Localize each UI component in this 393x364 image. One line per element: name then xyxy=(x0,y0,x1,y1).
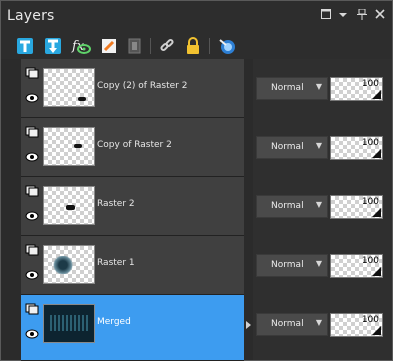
blend-mode-value: Normal xyxy=(271,260,304,270)
opacity-value: 100 xyxy=(361,197,379,207)
promote-layer-icon[interactable] xyxy=(125,36,145,56)
new-adjustment-layer-icon[interactable]: fx xyxy=(71,36,91,56)
layer-thumbnail xyxy=(43,304,95,343)
layer-name: Raster 1 xyxy=(97,258,135,268)
opacity-ramp-icon xyxy=(372,90,381,99)
opacity-ramp-icon xyxy=(372,208,381,217)
blend-mode-value: Normal xyxy=(271,142,304,152)
toolbar-separator xyxy=(209,38,210,54)
layer-row[interactable]: Copy (2) of Raster 2 xyxy=(21,59,244,118)
panel-titlebar[interactable]: Layers xyxy=(1,1,392,31)
layer-thumbnail xyxy=(43,68,95,107)
pin-icon[interactable] xyxy=(357,8,367,23)
opacity-slider[interactable]: 100 xyxy=(330,77,383,101)
chevron-down-icon: ▼ xyxy=(315,82,322,91)
layer-thumbnail xyxy=(43,127,95,166)
layer-type-icon xyxy=(25,126,39,138)
layer-row[interactable]: Raster 2 xyxy=(21,177,244,236)
opacity-value: 100 xyxy=(361,79,379,89)
panel-splitter[interactable] xyxy=(244,59,253,360)
layer-name: Copy of Raster 2 xyxy=(97,140,172,150)
close-icon[interactable] xyxy=(375,9,385,22)
blend-mode-dropdown[interactable]: Normal ▼ xyxy=(256,77,328,100)
opacity-slider[interactable]: 100 xyxy=(330,195,383,219)
chevron-down-icon: ▼ xyxy=(315,200,322,209)
layer-thumbnail xyxy=(43,245,95,284)
blend-mode-value: Normal xyxy=(271,319,304,329)
layer-name: Merged xyxy=(97,317,131,327)
visibility-eye-icon[interactable] xyxy=(25,152,39,162)
panel-title: Layers xyxy=(7,8,55,24)
layer-type-icon xyxy=(25,303,39,315)
layer-row[interactable]: Copy of Raster 2 xyxy=(21,118,244,177)
opacity-value: 100 xyxy=(361,138,379,148)
layer-name: Raster 2 xyxy=(97,199,135,209)
blend-mode-dropdown[interactable]: Normal ▼ xyxy=(256,136,328,159)
toolbar-separator xyxy=(150,38,151,54)
blend-mode-dropdown[interactable]: Normal ▼ xyxy=(256,313,328,336)
layer-type-icon xyxy=(25,185,39,197)
layers-toolbar: fx xyxy=(1,31,392,61)
layer-properties-row: Normal ▼ 100 xyxy=(253,59,392,118)
layer-gutter xyxy=(1,59,21,360)
opacity-ramp-icon xyxy=(372,267,381,276)
blend-mode-value: Normal xyxy=(271,201,304,211)
layer-row[interactable]: Raster 1 xyxy=(21,236,244,295)
layer-thumbnail xyxy=(43,186,95,225)
layers-panel: Layers fx Copy (2) of Raster 2 Copy of R… xyxy=(0,0,393,361)
lock-icon[interactable] xyxy=(183,36,203,56)
layer-properties-column: Normal ▼ 100 Normal ▼ 100 Normal ▼ 100 N… xyxy=(253,59,392,360)
layer-row-selected[interactable]: Merged xyxy=(21,295,244,361)
visibility-eye-icon[interactable] xyxy=(25,270,39,280)
layer-properties-row: Normal ▼ 100 xyxy=(253,118,392,177)
maximize-icon[interactable] xyxy=(321,9,331,22)
opacity-ramp-icon xyxy=(372,326,381,335)
chevron-down-icon: ▼ xyxy=(315,259,322,268)
delete-layer-icon[interactable] xyxy=(99,36,119,56)
chevron-down-icon: ▼ xyxy=(315,318,322,327)
opacity-slider[interactable]: 100 xyxy=(330,313,383,337)
visibility-eye-icon[interactable] xyxy=(25,211,39,221)
opacity-slider[interactable]: 100 xyxy=(330,254,383,278)
link-icon[interactable] xyxy=(157,36,177,56)
opacity-value: 100 xyxy=(361,256,379,266)
visibility-eye-icon[interactable] xyxy=(25,93,39,103)
layer-type-icon xyxy=(25,67,39,79)
layer-properties-row: Normal ▼ 100 xyxy=(253,236,392,295)
layer-properties-row: Normal ▼ 100 xyxy=(253,177,392,236)
layer-visibility-icon[interactable] xyxy=(217,36,237,56)
layer-list: Copy (2) of Raster 2 Copy of Raster 2 Ra… xyxy=(21,59,244,361)
blend-mode-value: Normal xyxy=(271,83,304,93)
new-vector-layer-icon[interactable] xyxy=(43,36,63,56)
blend-mode-dropdown[interactable]: Normal ▼ xyxy=(256,254,328,277)
layer-name: Copy (2) of Raster 2 xyxy=(97,81,188,91)
layer-properties-row: Normal ▼ 100 xyxy=(253,295,392,354)
blend-mode-dropdown[interactable]: Normal ▼ xyxy=(256,195,328,218)
visibility-eye-icon[interactable] xyxy=(25,329,39,339)
opacity-ramp-icon xyxy=(372,149,381,158)
chevron-down-icon: ▼ xyxy=(315,141,322,150)
layer-type-icon xyxy=(25,244,39,256)
dropdown-icon[interactable] xyxy=(339,9,347,22)
new-raster-layer-icon[interactable] xyxy=(15,36,35,56)
opacity-value: 100 xyxy=(361,315,379,325)
opacity-slider[interactable]: 100 xyxy=(330,136,383,160)
